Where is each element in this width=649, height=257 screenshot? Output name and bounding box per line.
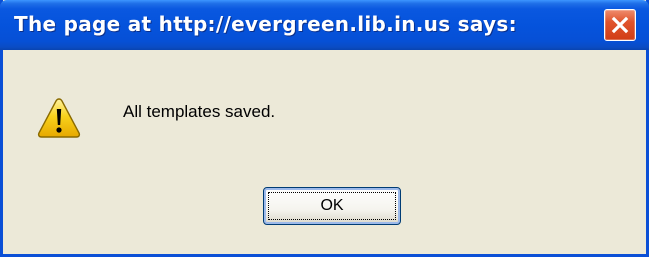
dialog-title: The page at http://evergreen.lib.in.us s… bbox=[14, 12, 517, 36]
ok-button[interactable]: OK bbox=[263, 187, 401, 225]
close-button[interactable] bbox=[604, 9, 636, 41]
close-icon bbox=[611, 16, 629, 34]
ok-button-label: OK bbox=[320, 197, 344, 214]
dialog-message: All templates saved. bbox=[123, 102, 276, 121]
warning-icon bbox=[37, 98, 81, 138]
title-bar[interactable]: The page at http://evergreen.lib.in.us s… bbox=[0, 0, 649, 50]
alert-dialog: The page at http://evergreen.lib.in.us s… bbox=[0, 0, 649, 257]
